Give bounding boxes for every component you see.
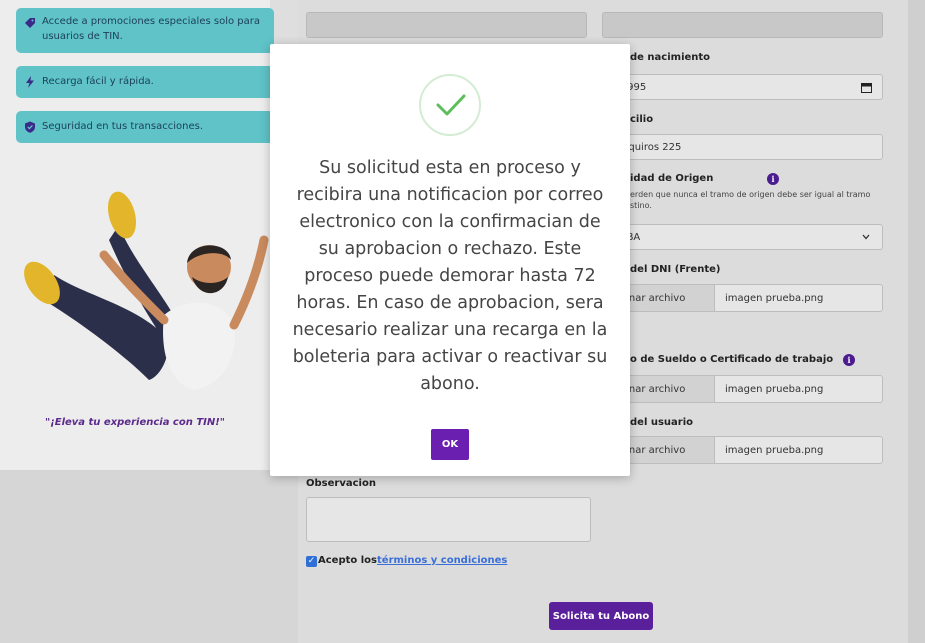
observation-label: Observacion	[306, 478, 376, 489]
lower-left-background	[0, 470, 298, 643]
feature-card-recharge: Recarga fácil y rápida.	[16, 66, 274, 98]
feature-card-security: Seguridad en tus transacciones.	[16, 111, 274, 143]
lightning-icon	[26, 76, 34, 88]
left-promo-panel: Accede a promociones especiales solo par…	[0, 0, 274, 470]
terms-link[interactable]: términos y condiciones	[377, 555, 507, 566]
terms-prefix: Acepto los	[318, 555, 377, 566]
right-edge-strip	[908, 0, 925, 643]
observation-textarea[interactable]	[306, 497, 591, 542]
tag-icon	[25, 18, 35, 28]
feature-text: Seguridad en tus transacciones.	[42, 120, 204, 132]
feature-text: Accede a promociones especiales solo par…	[42, 16, 260, 42]
chevron-down-icon	[862, 234, 870, 240]
salary-receipt-label: o de Sueldo o Certificado de trabajo	[630, 354, 834, 365]
user-photo-label: del usuario	[630, 417, 694, 428]
address-input[interactable]: rte quiros 225	[602, 134, 883, 160]
confirmation-modal: Su solicitud esta en proceso y recibira …	[270, 44, 630, 476]
success-circle	[419, 74, 481, 136]
origin-select[interactable]: DOBA	[602, 224, 883, 250]
dni-front-label: del DNI (Frente)	[630, 264, 721, 275]
tagline: "¡Eleva tu experiencia con TIN!"	[44, 417, 226, 428]
jumping-man-illustration	[24, 191, 269, 390]
info-icon[interactable]: i	[767, 173, 779, 185]
birth-date-label: de nacimiento	[630, 52, 711, 63]
birth-date-input[interactable]: 3/1995	[602, 74, 883, 100]
origin-city-label: idad de Origen	[630, 173, 714, 184]
surname-field-blurred[interactable]	[602, 12, 883, 38]
ok-button[interactable]: OK	[431, 429, 469, 460]
dni-file-name: imagen prueba.png	[714, 284, 883, 312]
terms-text: Acepto lostérminos y condiciones	[318, 555, 507, 566]
name-field-blurred[interactable]	[306, 12, 587, 38]
modal-message: Su solicitud esta en proceso y recibira …	[292, 158, 608, 394]
feature-text: Recarga fácil y rápida.	[42, 75, 154, 87]
feature-card-promotions: Accede a promociones especiales solo par…	[16, 8, 274, 53]
salary-file-name: imagen prueba.png	[714, 375, 883, 403]
origin-hint: erden que nunca el tramo de origen debe …	[630, 190, 871, 211]
submit-button[interactable]: Solicita tu Abono	[549, 602, 653, 630]
calendar-icon[interactable]	[861, 82, 872, 93]
info-icon[interactable]: i	[843, 354, 855, 366]
shield-icon	[25, 121, 35, 133]
address-label: cilio	[630, 114, 654, 125]
checkmark-icon	[436, 94, 466, 116]
user-file-name: imagen prueba.png	[714, 436, 883, 464]
terms-checkbox[interactable]: ✓	[306, 556, 317, 567]
